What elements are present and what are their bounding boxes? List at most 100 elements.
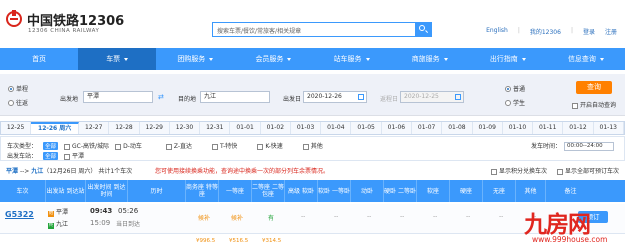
search-placeholder: 搜索车票/餐饮/常旅客/相关规章 (217, 28, 302, 35)
date-tab[interactable]: 01-07 (412, 122, 443, 134)
search-button[interactable] (415, 23, 431, 36)
type-option-other[interactable]: 其他 (302, 141, 323, 150)
nav-business-service[interactable]: 商旅服务 (391, 48, 469, 70)
register-link[interactable]: 注册 (605, 27, 617, 36)
col-train[interactable]: 车次 (0, 180, 46, 202)
show-all-checkbox[interactable]: 显示全部可预订车次 (556, 166, 619, 175)
nav-tickets[interactable]: 车票 (78, 48, 157, 70)
col-stations[interactable]: 出发站 到达站 (46, 180, 86, 202)
train-number-link[interactable]: G5322 (5, 210, 34, 219)
date-tab[interactable]: 01-05 (351, 122, 382, 134)
show-points-checkbox[interactable]: 显示积分兑换车次 (490, 166, 547, 175)
station-option[interactable]: 平潭 (64, 151, 84, 160)
main-nav: 首页 车票 团购服务 会员服务 站车服务 商旅服务 出行指南 信息查询 (0, 48, 625, 70)
checkbox-icon (165, 143, 172, 150)
ticket-table-header: 车次 出发站 到达站 出发时间 到达时间 历时 商务座 特等座 一等座 二等座 … (0, 180, 625, 202)
nav-info-query[interactable]: 信息查询 (547, 48, 625, 70)
round-trip-radio[interactable]: 往返 (8, 98, 28, 107)
second-class-price: ¥314.5 (262, 238, 282, 244)
col-moving-sleeper: 动卧 (351, 180, 384, 202)
type-option-gc[interactable]: GC-高铁/城际 (64, 141, 109, 150)
nav-member-service[interactable]: 会员服务 (234, 48, 312, 70)
nav-group-service[interactable]: 团购服务 (156, 48, 234, 70)
col-times[interactable]: 出发时间 到达时间 (86, 180, 128, 202)
radio-off-icon (505, 99, 511, 106)
search-input[interactable]: 搜索车票/餐饮/常旅客/相关规章 (212, 22, 432, 37)
passenger-student-radio[interactable]: 学生 (505, 98, 525, 107)
type-option-d[interactable]: D-动车 (115, 141, 142, 150)
col-no-seat: 无座 (483, 180, 516, 202)
checkbox-icon (257, 143, 264, 150)
depart-time-select[interactable]: 00:00--24:00 (564, 142, 614, 151)
one-way-radio[interactable]: 单程 (8, 84, 28, 93)
date-tab[interactable]: 01-11 (533, 122, 564, 134)
display-options: 显示积分兑换车次 显示全部可预订车次 (490, 166, 619, 175)
type-option-k[interactable]: K-快速 (257, 141, 283, 150)
watermark: 九房网 www.999house.com (524, 205, 625, 250)
date-tab[interactable]: 01-04 (321, 122, 352, 134)
depart-label: 出发日 (283, 96, 302, 103)
date-tab[interactable]: 01-01 (230, 122, 261, 134)
date-tab[interactable]: 12-31 (200, 122, 231, 134)
nav-travel-guide[interactable]: 出行指南 (469, 48, 547, 70)
logo-title[interactable]: 中国铁路12306 (27, 10, 124, 29)
col-first: 一等座 (219, 180, 252, 202)
transfer-note[interactable]: 您可使用接续换乘功能，查询途中换乘一次的部分列车余票情况。 (155, 166, 329, 175)
business-price: ¥996.5 (196, 238, 216, 244)
date-tab[interactable]: 01-08 (442, 122, 473, 134)
date-tab[interactable]: 01-02 (261, 122, 291, 134)
date-tab[interactable]: 01-06 (382, 122, 413, 134)
col-duration[interactable]: 历时 (128, 180, 186, 202)
col-second: 二等座 二等包座 (252, 180, 285, 202)
watermark-url: www.999house.com (532, 235, 608, 244)
date-tab[interactable]: 12-30 (170, 122, 201, 134)
seat-cell: -- (334, 213, 339, 220)
login-link[interactable]: 登录 (583, 27, 595, 36)
col-soft-sleeper: 软卧 一等卧 (318, 180, 351, 202)
seat-cell: -- (367, 213, 372, 220)
date-tab-active[interactable]: 12-26 周六 (31, 122, 80, 134)
all-types-tag[interactable]: 全部 (43, 141, 59, 150)
date-tab[interactable]: 12-27 (79, 122, 110, 134)
railway-logo-icon[interactable] (6, 10, 22, 27)
from-station-cell: 始平潭 (48, 209, 69, 217)
passenger-normal-radio[interactable]: 普通 (505, 84, 525, 93)
english-link[interactable]: English (486, 27, 508, 36)
date-tab[interactable]: 01-13 (594, 122, 624, 134)
checkbox-icon (572, 102, 578, 109)
swap-icon[interactable]: ⇄ (158, 93, 164, 101)
date-tab[interactable]: 01-10 (503, 122, 534, 134)
type-option-t[interactable]: T-特快 (212, 141, 237, 150)
all-stations-tag[interactable]: 全部 (43, 151, 59, 160)
second-class-availability[interactable]: 有 (268, 213, 274, 222)
date-tab[interactable]: 12-28 (109, 122, 140, 134)
to-station-field[interactable]: 九江 (200, 91, 270, 103)
nav-home[interactable]: 首页 (0, 48, 78, 70)
nav-station-service[interactable]: 站车服务 (313, 48, 391, 70)
route-summary: 平潭 --> 九江（12月26日 周六） 共计1个车次 (6, 168, 133, 175)
site-header: 中国铁路12306 12306 CHINA RAILWAY 搜索车票/餐饮/常旅… (0, 0, 625, 44)
radio-on-icon (505, 85, 511, 92)
my-12306-link[interactable]: 我的12306 (530, 27, 561, 36)
duration: 05:26 (118, 207, 139, 215)
date-tab[interactable]: 12-29 (140, 122, 170, 134)
query-button[interactable]: 查询 (576, 81, 612, 94)
date-tab[interactable]: 01-03 (291, 122, 322, 134)
type-option-z[interactable]: Z-直达 (165, 141, 192, 150)
auto-query-checkbox[interactable]: 开启自动查询 (572, 100, 616, 109)
depart-date-field[interactable]: 2020-12-26 (303, 91, 367, 103)
date-tab[interactable]: 01-09 (473, 122, 503, 134)
return-date-field[interactable]: 2020-12-25 (400, 91, 464, 103)
watermark-logo: 九房网 (524, 212, 591, 238)
calendar-icon (455, 94, 461, 100)
from-station-field[interactable]: 平潭 (83, 91, 153, 103)
date-tab[interactable]: 01-12 (563, 122, 594, 134)
date-tab[interactable]: 12-25 (1, 122, 32, 134)
end-station-icon: 终 (48, 223, 54, 229)
business-availability[interactable]: 候补 (198, 213, 210, 222)
col-business: 商务座 特等座 (186, 180, 219, 202)
result-info-bar: 平潭 --> 九江（12月26日 周六） 共计1个车次 您可使用接续换乘功能，查… (0, 164, 625, 176)
first-class-availability[interactable]: 候补 (231, 213, 243, 222)
checkbox-icon (302, 143, 309, 150)
chevron-down-icon (124, 57, 129, 61)
